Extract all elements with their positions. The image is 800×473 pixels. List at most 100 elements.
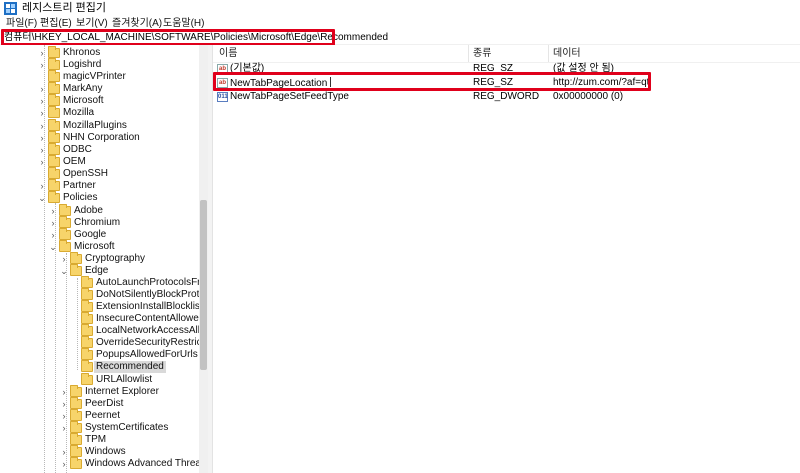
folder-icon xyxy=(48,94,60,106)
folder-icon xyxy=(81,360,93,372)
column-header-data[interactable]: 데이터 xyxy=(553,47,581,61)
chevron-right-icon[interactable]: › xyxy=(60,386,68,398)
folder-icon xyxy=(48,46,60,58)
folder-icon xyxy=(59,216,71,228)
chevron-right-icon[interactable]: › xyxy=(49,205,57,217)
tree-node-label: Peernet xyxy=(85,410,121,421)
value-row-newtabpagesetfeedtype[interactable]: 011 NewTabPageSetFeedType REG_DWORD 0x00… xyxy=(213,91,800,103)
chevron-right-icon[interactable]: › xyxy=(60,398,68,410)
chevron-right-icon[interactable]: › xyxy=(60,446,68,458)
tree-guide-line xyxy=(66,253,67,473)
folder-icon xyxy=(59,228,71,240)
chevron-right-icon[interactable]: › xyxy=(38,132,46,144)
tree-guide-line xyxy=(77,278,78,370)
folder-icon xyxy=(70,445,82,457)
tree-node-label: Khronos xyxy=(63,47,101,58)
column-divider[interactable] xyxy=(468,45,469,62)
column-header-type[interactable]: 종류 xyxy=(473,47,491,61)
chevron-right-icon[interactable]: › xyxy=(49,217,57,229)
folder-icon xyxy=(70,385,82,397)
chevron-right-icon[interactable]: › xyxy=(60,410,68,422)
tree-node-label: SystemCertificates xyxy=(85,422,169,433)
folder-icon xyxy=(59,240,71,252)
folder-icon xyxy=(81,288,93,300)
tree-node-label: Recommended xyxy=(94,361,166,373)
tree-node-label: Google xyxy=(74,229,107,240)
chevron-right-icon[interactable]: › xyxy=(38,107,46,119)
value-name: NewTabPageSetFeedType xyxy=(230,91,349,102)
registry-icon xyxy=(4,2,17,15)
tree-node-label: Cryptography xyxy=(85,253,146,264)
address-highlight-box xyxy=(1,29,335,46)
tree-node-label: MarkAny xyxy=(63,83,103,94)
chevron-right-icon[interactable]: › xyxy=(38,120,46,132)
folder-icon xyxy=(81,276,93,288)
folder-icon xyxy=(48,191,60,203)
folder-icon xyxy=(48,131,60,143)
folder-icon xyxy=(81,373,93,385)
row-highlight-box xyxy=(213,72,651,91)
tree-node-label: magicVPrinter xyxy=(63,71,126,82)
folder-icon xyxy=(70,409,82,421)
key-tree[interactable]: › Khronos › Logishrd magicVPrinter › Mar… xyxy=(0,45,208,473)
chevron-down-icon[interactable]: ⌄ xyxy=(38,192,46,204)
tree-node-label: NHN Corporation xyxy=(63,132,140,143)
folder-icon xyxy=(48,155,60,167)
chevron-right-icon[interactable]: › xyxy=(60,253,68,265)
tree-node-label: ODBC xyxy=(63,144,92,155)
chevron-right-icon[interactable]: › xyxy=(38,156,46,168)
tree-node-label: Internet Explorer xyxy=(85,386,159,397)
tree-node-label: OpenSSH xyxy=(63,168,109,179)
chevron-right-icon[interactable]: › xyxy=(38,95,46,107)
value-type: REG_DWORD xyxy=(473,91,540,102)
tree-node-label: Partner xyxy=(63,180,96,191)
tree-node-label: AutoLaunchProtocolsFromO xyxy=(96,277,208,288)
chevron-right-icon[interactable]: › xyxy=(38,180,46,192)
tree-node-label: Policies xyxy=(63,192,98,203)
folder-icon xyxy=(81,336,93,348)
folder-icon xyxy=(48,58,60,70)
tree-node-label: OEM xyxy=(63,156,86,167)
folder-icon xyxy=(59,204,71,216)
tree-node-label: Windows xyxy=(85,446,126,457)
folder-icon xyxy=(70,252,82,264)
tree-node-label: PeerDist xyxy=(85,398,124,409)
window-title: 레지스트리 편집기 xyxy=(22,2,107,14)
tree-scrollbar-thumb[interactable] xyxy=(200,200,207,370)
dword-value-icon: 011 xyxy=(217,92,228,102)
chevron-down-icon[interactable]: ⌄ xyxy=(60,265,68,277)
folder-icon xyxy=(81,312,93,324)
tree-node-label: PopupsAllowedForUrls xyxy=(96,349,198,360)
folder-icon xyxy=(70,264,82,276)
value-data: 0x00000000 (0) xyxy=(553,91,624,102)
chevron-right-icon[interactable]: › xyxy=(60,422,68,434)
tree-node-label: Microsoft xyxy=(63,95,104,106)
folder-icon xyxy=(81,300,93,312)
chevron-right-icon[interactable]: › xyxy=(38,59,46,71)
folder-icon xyxy=(48,106,60,118)
tree-node-label: Windows Advanced Threat Prot xyxy=(85,458,208,469)
tree-node-label: URLAllowlist xyxy=(96,374,153,385)
folder-icon xyxy=(48,119,60,131)
chevron-down-icon[interactable]: ⌄ xyxy=(49,241,57,253)
column-header-name[interactable]: 이름 xyxy=(219,47,237,61)
folder-icon xyxy=(48,179,60,191)
tree-node-label: DoNotSilentlyBlockProtocols xyxy=(96,289,208,300)
chevron-right-icon[interactable]: › xyxy=(60,458,68,470)
folder-icon xyxy=(48,143,60,155)
chevron-right-icon[interactable]: › xyxy=(38,47,46,59)
chevron-right-icon[interactable]: › xyxy=(38,144,46,156)
folder-icon xyxy=(48,70,60,82)
chevron-right-icon[interactable]: › xyxy=(49,229,57,241)
tree-node-label: LocalNetworkAccessAllowed xyxy=(96,325,208,336)
folder-icon xyxy=(81,348,93,360)
value-list[interactable]: 이름 종류 데이터 ab (기본값) REG_SZ (값 설정 안 됨) ab … xyxy=(213,45,800,473)
tree-node-label: InsecureContentAllowedForU xyxy=(96,313,208,324)
folder-icon xyxy=(48,82,60,94)
tree-node-label: MozillaPlugins xyxy=(63,120,127,131)
column-divider[interactable] xyxy=(548,45,549,62)
tree-node-label: Logishrd xyxy=(63,59,102,70)
tree-node-label: OverrideSecurityRestrictionsO xyxy=(96,337,208,348)
chevron-right-icon[interactable]: › xyxy=(38,83,46,95)
tree-node-label: Microsoft xyxy=(74,241,115,252)
